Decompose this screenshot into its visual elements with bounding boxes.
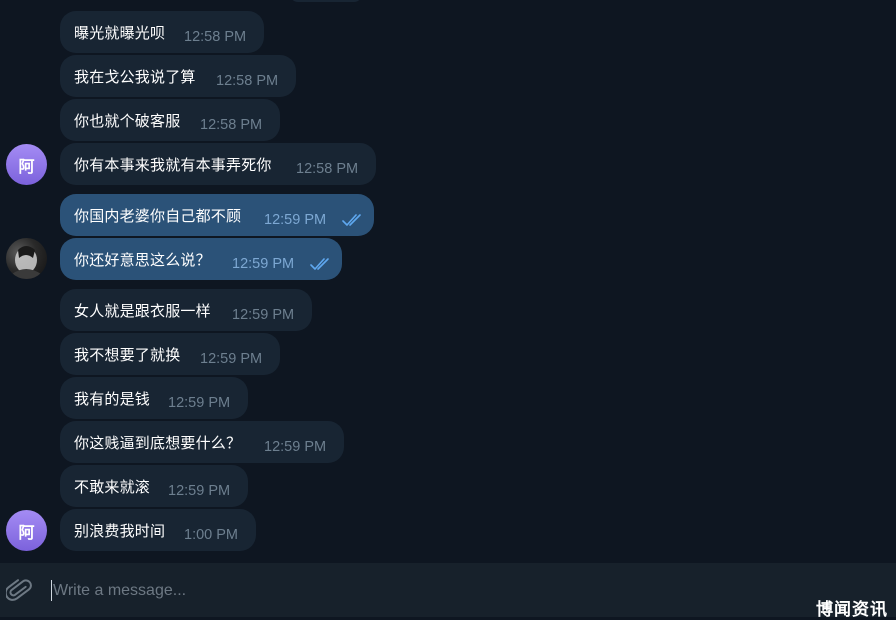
message-time: 12:58 PM (184, 29, 247, 45)
message-bubble[interactable]: 曝光就曝光呗 12:58 PM (60, 11, 264, 53)
message-bubble[interactable]: 我不想要了就换 12:59 PM (60, 333, 280, 375)
message-time: 12:58 PM (296, 161, 359, 177)
message-text: 别浪费我时间 (74, 522, 166, 540)
contact-avatar[interactable]: 阿 (6, 510, 47, 551)
message-time: 12:59 PM (264, 439, 327, 455)
double-check-icon (342, 214, 361, 226)
avatar-initial: 阿 (18, 156, 35, 176)
message-text: 我不想要了就换 (74, 346, 181, 364)
message-text: 你还好意思这么说？ (74, 251, 211, 269)
outgoing-message-bubble[interactable]: 你国内老婆你自己都不顾 12:59 PM (60, 194, 374, 236)
message-time: 12:58 PM (216, 73, 279, 89)
avatar-initial: 阿 (18, 522, 35, 542)
message-bubble[interactable]: 我在戈公我说了算 12:58 PM (60, 55, 296, 97)
text-caret (51, 580, 52, 601)
outgoing-message-bubble[interactable]: 你还好意思这么说？ 12:59 PM (60, 238, 342, 280)
message-text: 你也就个破客服 (74, 112, 181, 130)
profile-photo (12, 246, 41, 279)
message-text: 女人就是跟衣服一样 (74, 302, 211, 320)
message-text: 你这贱逼到底想要什么？ (74, 434, 242, 452)
contact-avatar[interactable]: 阿 (6, 144, 47, 185)
message-bubble[interactable]: 你这贱逼到底想要什么？ 12:59 PM (60, 421, 344, 463)
message-list[interactable]: 曝光就曝光呗 12:58 PM 我在戈公我说了算 12:58 PM 你也就个破客… (0, 0, 896, 563)
message-text: 我有的是钱 (74, 390, 151, 408)
message-time: 12:59 PM (168, 395, 231, 411)
message-text: 曝光就曝光呗 (74, 24, 166, 42)
message-time: 1:00 PM (184, 527, 238, 543)
user-avatar[interactable] (6, 238, 47, 279)
message-time: 12:59 PM (168, 483, 231, 499)
message-bubble[interactable]: 你有本事来我就有本事弄死你 12:58 PM (60, 143, 376, 185)
message-time: 12:58 PM (200, 117, 263, 133)
double-check-icon (310, 258, 329, 270)
message-text: 你国内老婆你自己都不顾 (74, 207, 242, 225)
message-time: 12:59 PM (232, 256, 295, 272)
message-input[interactable] (53, 579, 753, 603)
message-text: 我在戈公我说了算 (74, 68, 196, 86)
watermark-logo: 博闻资讯 (816, 600, 888, 620)
paperclip-icon[interactable] (6, 577, 32, 605)
message-bubble[interactable]: 女人就是跟衣服一样 12:59 PM (60, 289, 312, 331)
message-time: 12:59 PM (232, 307, 295, 323)
message-time: 12:59 PM (264, 212, 327, 228)
message-bubble[interactable]: 你也就个破客服 12:58 PM (60, 99, 280, 141)
message-bubble[interactable]: 不敢来就滚 12:59 PM (60, 465, 248, 507)
previous-message-edge (290, 0, 362, 2)
message-text: 你有本事来我就有本事弄死你 (74, 156, 272, 174)
message-time: 12:59 PM (200, 351, 263, 367)
message-bubble[interactable]: 我有的是钱 12:59 PM (60, 377, 248, 419)
message-text: 不敢来就滚 (74, 478, 151, 496)
message-bubble[interactable]: 别浪费我时间 1:00 PM (60, 509, 256, 551)
